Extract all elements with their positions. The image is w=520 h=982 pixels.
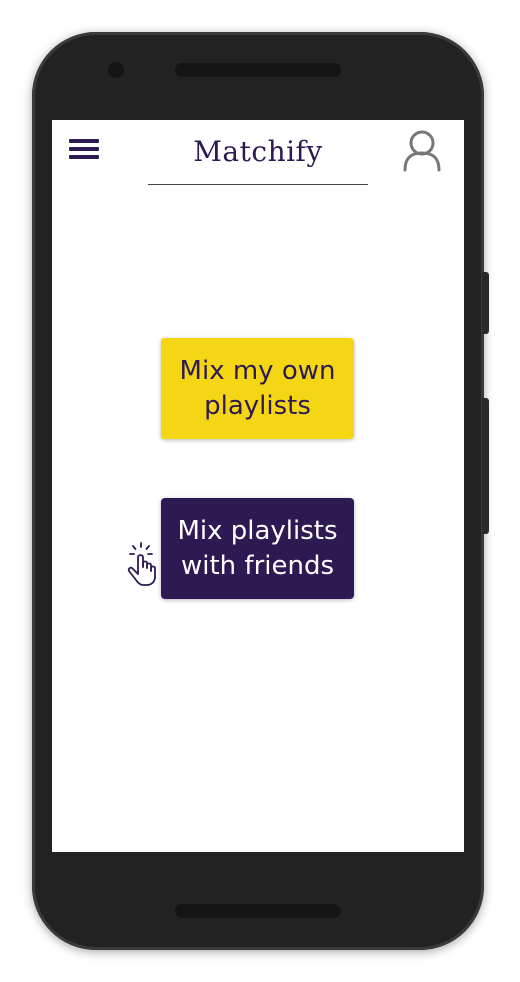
app-title: Matchify [193, 135, 323, 168]
account-button[interactable] [401, 128, 443, 174]
mix-own-playlists-button[interactable]: Mix my own playlists [161, 338, 354, 439]
front-camera [108, 62, 124, 78]
power-button [482, 398, 489, 534]
menu-button[interactable] [69, 137, 99, 163]
app-header: Matchify [148, 128, 368, 185]
header-divider [148, 184, 368, 185]
volume-button [482, 272, 489, 334]
tap-gesture-icon [127, 542, 156, 586]
user-profile-icon [403, 130, 441, 172]
earpiece-speaker [175, 63, 341, 77]
app-screen: Matchify Mix my own playlists Mix playli… [52, 120, 464, 852]
bottom-speaker [175, 904, 341, 918]
mix-playlists-with-friends-button[interactable]: Mix playlists with friends [161, 498, 354, 599]
